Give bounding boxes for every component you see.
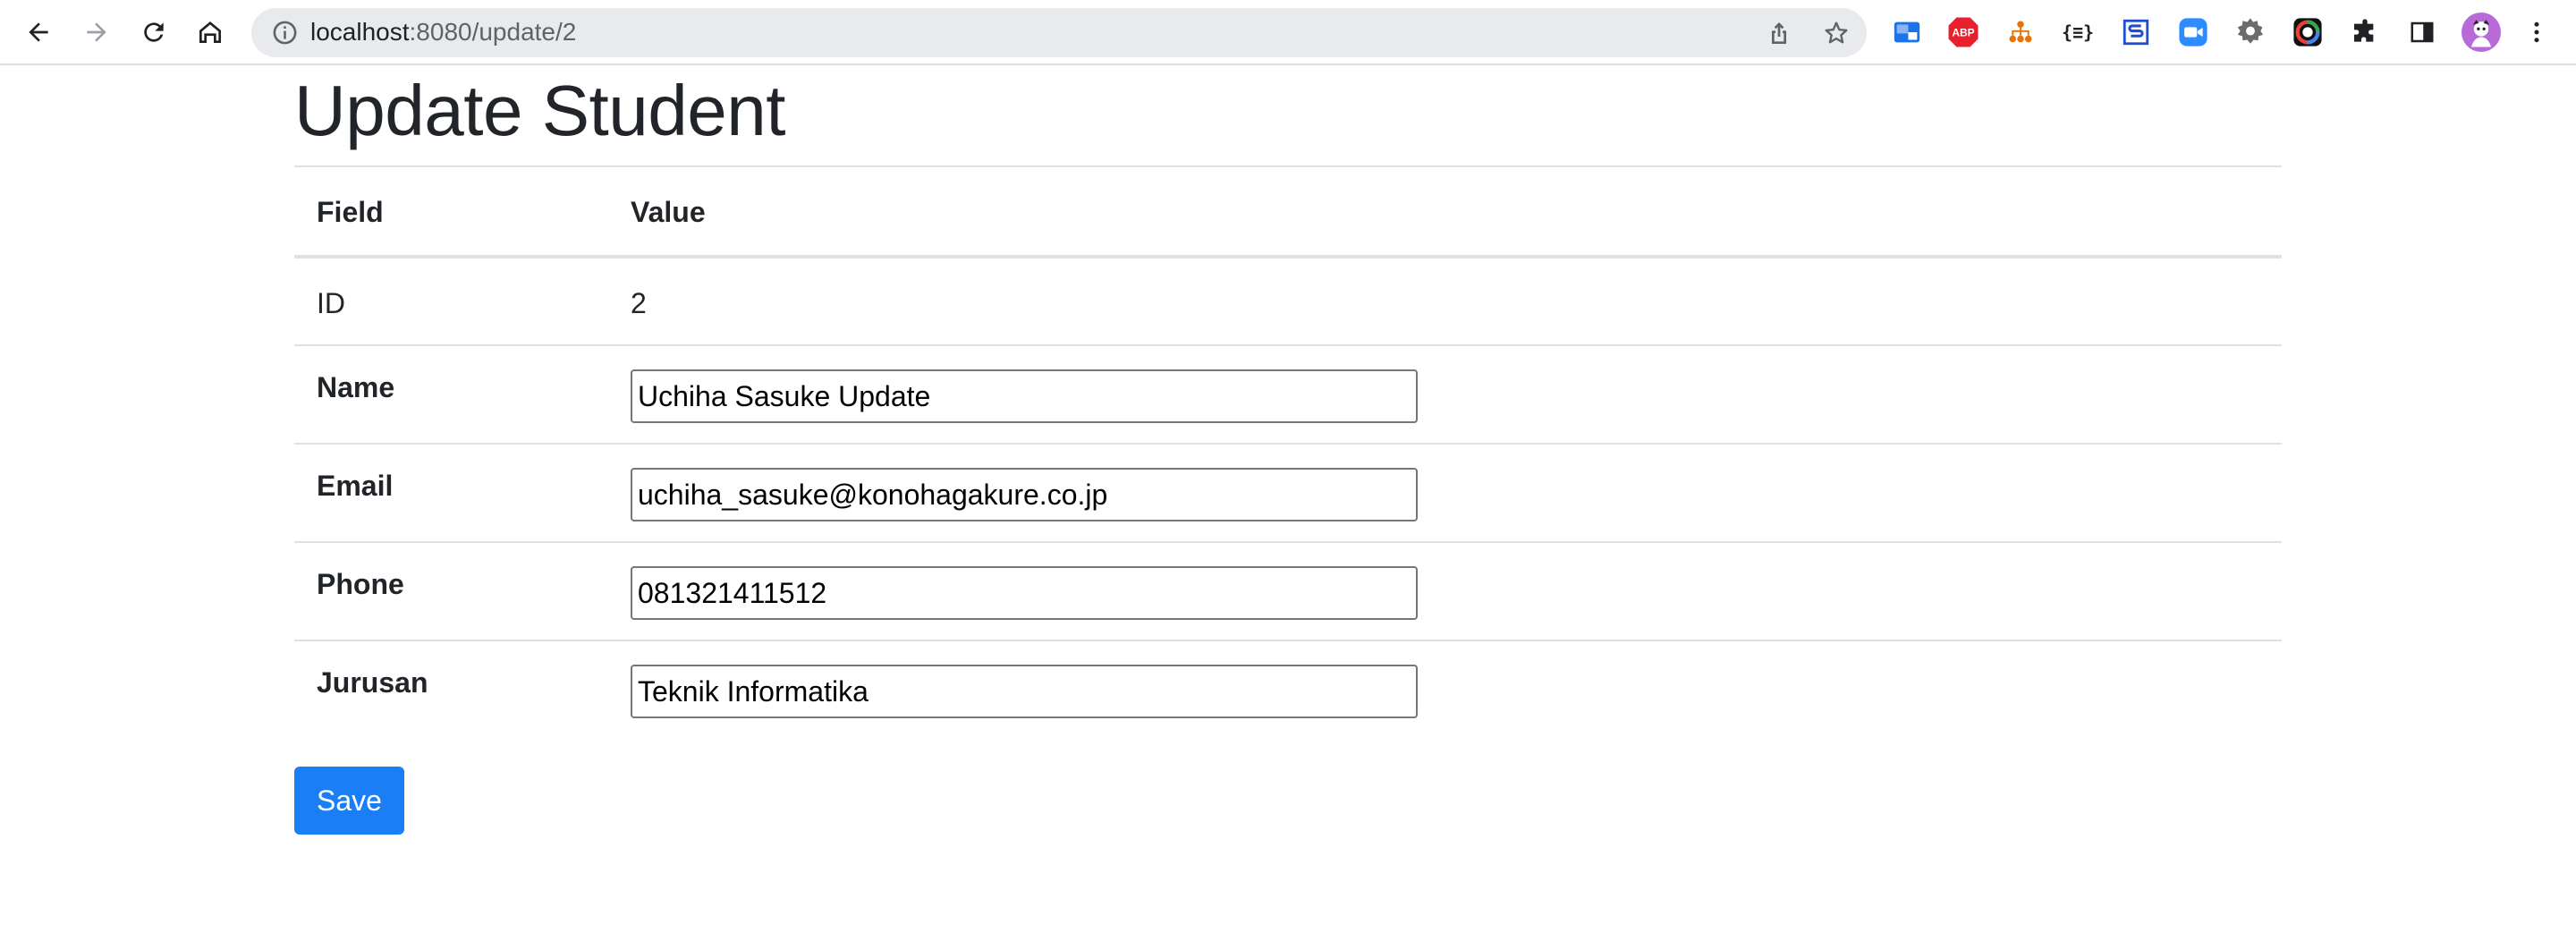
gear-icon[interactable] <box>2234 16 2267 48</box>
table-row-jurusan: Jurusan <box>294 640 2282 738</box>
home-icon[interactable] <box>192 14 228 50</box>
phone-input[interactable] <box>631 566 1418 620</box>
name-input[interactable] <box>631 369 1418 423</box>
name-label: Name <box>317 371 395 403</box>
page-title: Update Student <box>294 71 785 150</box>
id-value: 2 <box>631 287 647 319</box>
avatar[interactable] <box>2462 13 2501 52</box>
puzzle-icon[interactable] <box>2349 16 2381 48</box>
color-picker-icon[interactable] <box>2292 16 2324 48</box>
url-path: :8080/update/2 <box>409 18 577 46</box>
table-row-id: ID 2 <box>294 255 2282 344</box>
json-icon[interactable]: {≡} <box>2062 16 2094 48</box>
address-bar[interactable]: localhost:8080/update/2 <box>251 8 1867 57</box>
id-label: ID <box>317 287 345 319</box>
share-icon[interactable] <box>1765 19 1793 47</box>
browser-toolbar: localhost:8080/update/2 ABP {≡} <box>0 0 2576 65</box>
table-header-row: Field Value <box>294 165 2282 255</box>
phone-label: Phone <box>317 568 404 600</box>
s-icon[interactable] <box>2120 16 2152 48</box>
url-text[interactable]: localhost:8080/update/2 <box>310 17 576 47</box>
save-button[interactable]: Save <box>294 767 404 835</box>
header-field: Field <box>317 196 384 228</box>
adblock-label: ABP <box>1952 27 1974 39</box>
email-input[interactable] <box>631 468 1418 521</box>
student-table: Field Value ID 2 Name Email Phone Jurusa… <box>294 165 2282 738</box>
info-icon[interactable] <box>271 19 299 47</box>
jurusan-label: Jurusan <box>317 666 428 699</box>
table-row-email: Email <box>294 443 2282 541</box>
tree-icon[interactable] <box>2004 16 2037 48</box>
menu-kebab-icon[interactable] <box>2521 16 2553 48</box>
reload-icon[interactable] <box>136 14 172 50</box>
sidebar-icon[interactable] <box>2406 16 2438 48</box>
back-icon[interactable] <box>21 14 56 50</box>
bookmark-star-icon[interactable] <box>1822 19 1851 47</box>
url-host: localhost <box>310 18 410 46</box>
table-row-name: Name <box>294 344 2282 443</box>
header-value: Value <box>631 196 706 228</box>
zoom-icon[interactable] <box>2177 16 2209 48</box>
adblock-icon[interactable]: ABP <box>1947 16 1979 48</box>
email-label: Email <box>317 470 394 502</box>
jurusan-input[interactable] <box>631 665 1418 718</box>
table-row-phone: Phone <box>294 541 2282 640</box>
picture-in-picture-icon[interactable] <box>1891 16 1923 48</box>
forward-icon[interactable] <box>79 14 114 50</box>
